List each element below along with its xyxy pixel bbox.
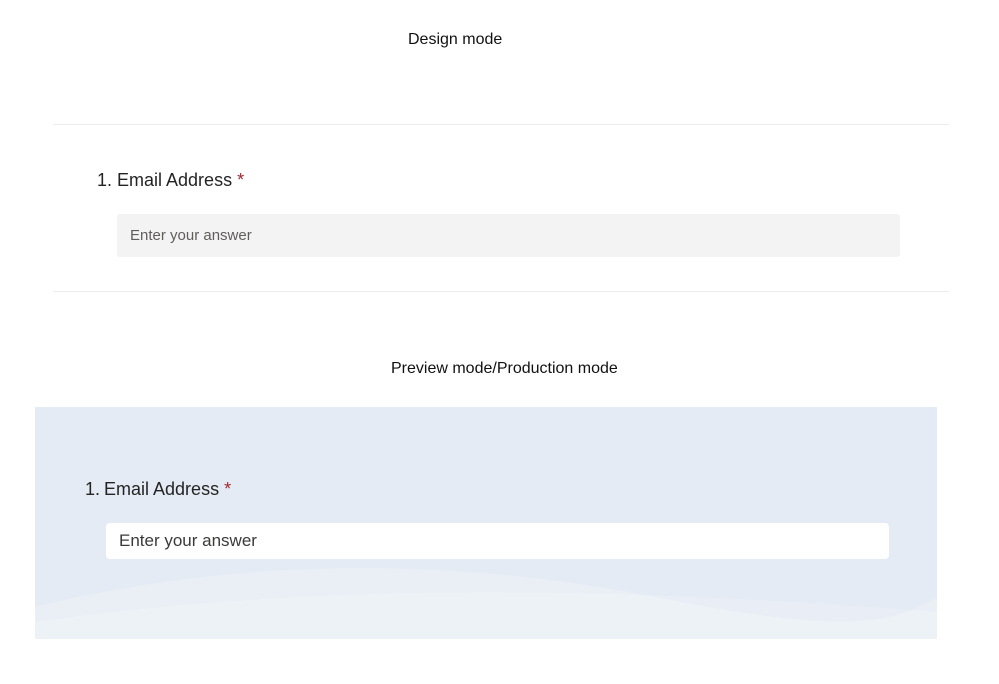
question-number: 1.	[97, 170, 113, 190]
divider	[53, 291, 949, 292]
preview-mode-caption: Preview mode/Production mode	[391, 360, 618, 377]
divider	[53, 124, 949, 125]
required-marker: *	[224, 479, 232, 499]
question-number: 1.	[85, 479, 101, 499]
preview-form-panel: 1. Email Address * Enter your answer	[35, 407, 937, 639]
question-label: Email Address	[104, 479, 220, 499]
required-marker: *	[237, 170, 245, 190]
preview-answer-input[interactable]: Enter your answer	[106, 523, 889, 559]
design-answer-input[interactable]: Enter your answer	[117, 214, 900, 257]
answer-placeholder: Enter your answer	[130, 227, 252, 244]
design-mode-caption: Design mode	[408, 31, 503, 48]
design-question-title: 1. Email Address *	[97, 170, 244, 191]
preview-question-title: 1. Email Address *	[85, 479, 231, 500]
answer-placeholder: Enter your answer	[119, 531, 257, 550]
question-label: Email Address	[117, 170, 233, 190]
